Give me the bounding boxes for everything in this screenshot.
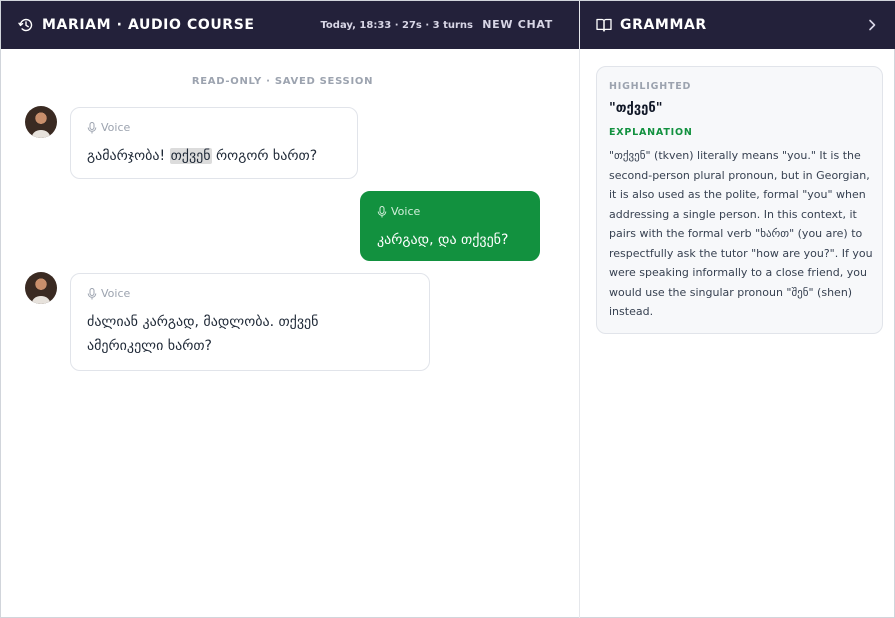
message-text: ძალიან კარგად, მადლობა. თქვენ ამერიკელი … [87, 314, 319, 354]
highlighted-word[interactable]: თქვენ [169, 148, 212, 164]
message-text: კარგად, და თქვენ? [377, 232, 509, 248]
tutor-avatar [25, 106, 57, 138]
message-text: გამარჯობა! თქვენ როგორ ხართ? [87, 144, 317, 168]
session-status: READ-ONLY · SAVED SESSION [191, 76, 374, 87]
panel-divider [579, 1, 580, 618]
microphone-icon [87, 122, 97, 134]
grammar-title: GRAMMAR [620, 17, 707, 33]
grammar-header: GRAMMAR [580, 1, 895, 49]
voice-tag: Voice [87, 287, 130, 301]
tutor-avatar [25, 272, 57, 304]
voice-label: Voice [391, 205, 421, 218]
highlighted-label: HIGHLIGHTED [609, 81, 692, 92]
microphone-icon [377, 206, 387, 218]
explanation-label: EXPLANATION [609, 127, 693, 138]
voice-tag: Voice [87, 121, 130, 135]
user-message: Voice კარგად, და თქვენ? [360, 191, 540, 261]
tutor-message: Voice ძალიან კარგად, მადლობა. თქვენ ამერ… [70, 273, 430, 371]
microphone-icon [87, 288, 97, 300]
voice-tag: Voice [377, 205, 420, 219]
voice-label: Voice [101, 121, 131, 134]
tutor-message: Voice გამარჯობა! თქვენ როგორ ხართ? [70, 107, 358, 179]
chevron-right-icon[interactable] [864, 17, 880, 33]
message-text-before: გამარჯობა! [87, 148, 170, 164]
grammar-card: HIGHLIGHTED "თქვენ" EXPLANATION "თქვენ" … [596, 66, 883, 334]
session-meta: Today, 18:33 · 27s · 3 turns [320, 20, 473, 31]
voice-label: Voice [101, 287, 131, 300]
explanation-text: "თქვენ" (tkven) literally means "you." I… [609, 149, 873, 318]
app-window: MARIAM · AUDIO COURSE Today, 18:33 · 27s… [0, 0, 895, 618]
highlighted-term: "თქვენ" [609, 101, 663, 116]
message-text-after: როგორ ხართ? [211, 148, 318, 164]
new-chat-button[interactable]: NEW CHAT [482, 18, 553, 32]
chat-header: MARIAM · AUDIO COURSE Today, 18:33 · 27s… [1, 1, 579, 49]
app-title: MARIAM · AUDIO COURSE [42, 17, 255, 33]
history-icon[interactable] [18, 17, 34, 33]
book-icon [596, 18, 612, 32]
